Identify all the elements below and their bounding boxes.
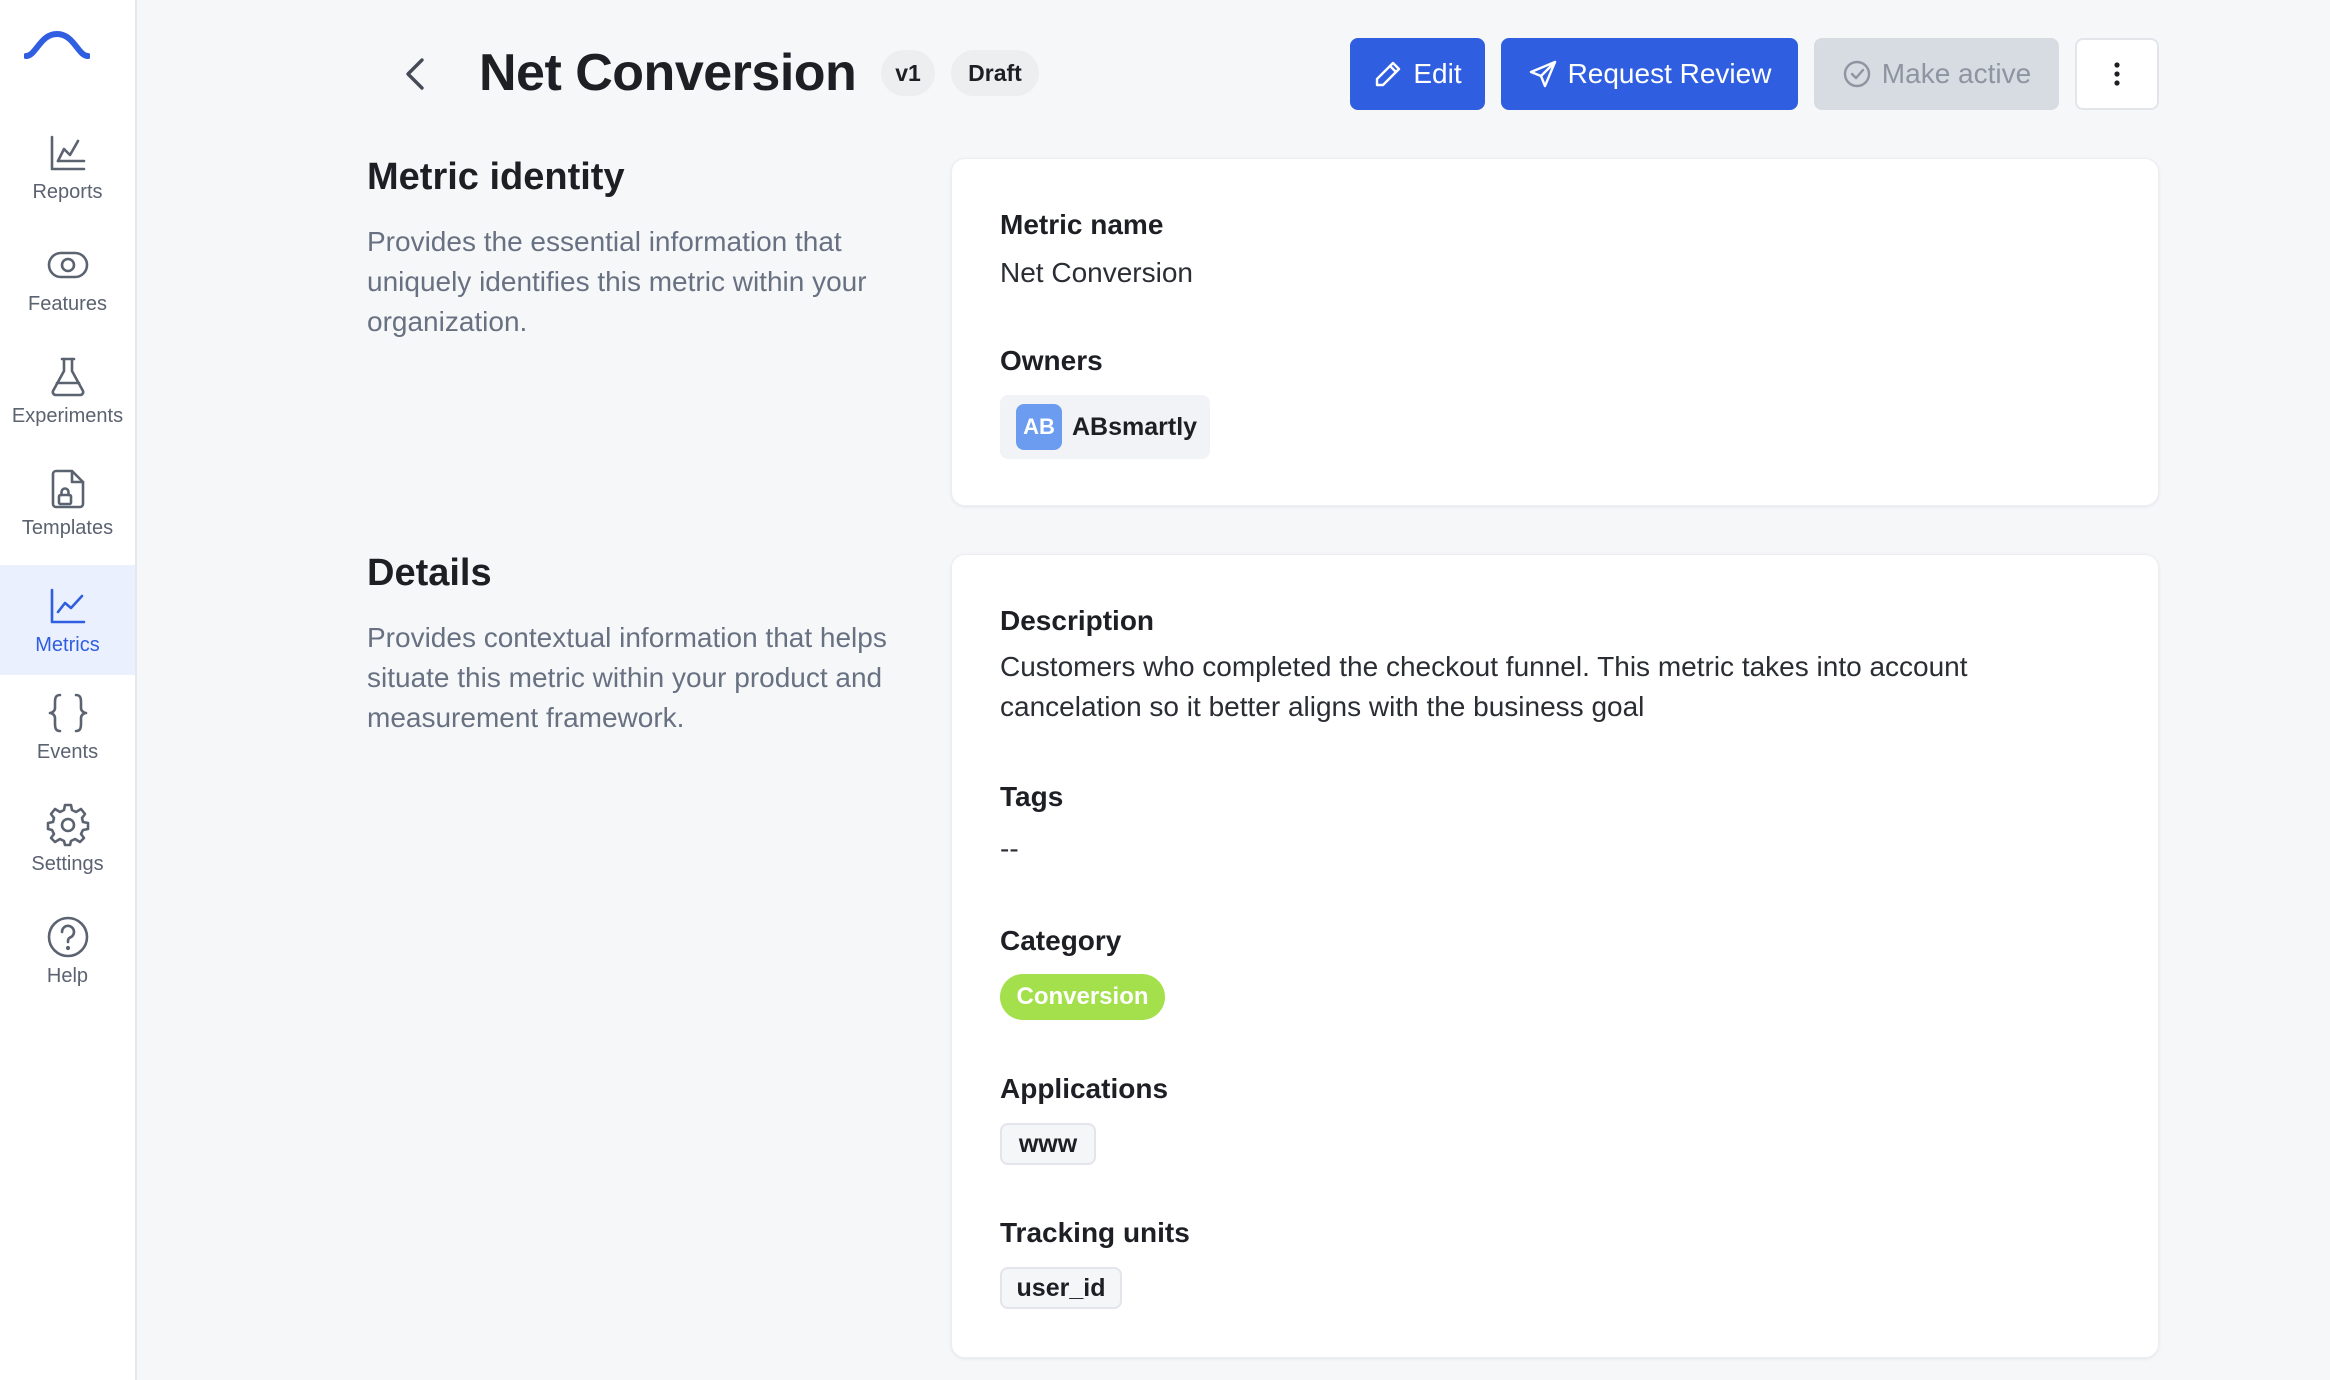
metric-name-label: Metric name — [1000, 209, 1164, 240]
sidebar-item-label: Features — [28, 292, 107, 315]
gear-icon — [46, 803, 89, 846]
sidebar-item-label: Reports — [32, 180, 103, 203]
owner-chip[interactable]: AB ABsmartly — [1000, 395, 1210, 459]
owner-name: ABsmartly — [1072, 412, 1198, 441]
chart-icon — [50, 135, 85, 170]
more-options-button[interactable] — [2075, 38, 2159, 110]
details-section-description: Provides contextual information that hel… — [367, 622, 887, 733]
sidebar-item-templates[interactable]: Templates — [0, 448, 135, 558]
tags-value: -- — [1000, 833, 1019, 864]
avatar: AB — [1016, 404, 1062, 450]
file-lock-icon — [51, 469, 84, 508]
sidebar-item-experiments[interactable]: Experiments — [0, 336, 135, 446]
back-button[interactable] — [396, 52, 434, 96]
identity-section-title: Metric identity — [367, 156, 625, 198]
chevron-left-icon — [406, 58, 424, 90]
identity-section-description: Provides the essential information that … — [367, 226, 867, 337]
line-chart-icon — [50, 588, 85, 623]
tags-label: Tags — [1000, 781, 1064, 812]
sidebar-item-label: Experiments — [11, 404, 124, 427]
sidebar-item-features[interactable]: Features — [0, 224, 135, 334]
edit-button[interactable]: Edit — [1350, 38, 1485, 110]
make-active-button[interactable]: Make active — [1814, 38, 2059, 110]
sidebar-item-label: Settings — [31, 852, 104, 875]
version-badge: v1 — [881, 50, 935, 96]
send-icon — [1529, 60, 1556, 88]
metric-name-value: Net Conversion — [1000, 257, 1193, 288]
braces-icon — [48, 693, 87, 732]
application-chip: www — [1000, 1123, 1096, 1165]
sidebar: Reports Features Experiments Templates M… — [0, 0, 137, 1380]
page-title: Net Conversion — [479, 44, 857, 102]
category-label: Category — [1000, 925, 1122, 956]
sidebar-item-label: Events — [36, 740, 99, 763]
request-review-button-label: Request Review — [1567, 58, 1772, 89]
pencil-icon — [1376, 61, 1401, 87]
sidebar-item-metrics[interactable]: Metrics — [0, 565, 135, 675]
sidebar-item-events[interactable]: Events — [0, 672, 135, 782]
status-badge: Draft — [951, 50, 1039, 96]
identity-card: Metric name Net Conversion Owners AB ABs… — [951, 158, 2159, 506]
tracking-unit-chip: user_id — [1000, 1267, 1122, 1309]
sidebar-item-label: Templates — [21, 516, 114, 539]
description-value: Customers who completed the checkout fun… — [1000, 651, 1968, 722]
absmartly-logo[interactable] — [24, 28, 90, 62]
sidebar-item-help[interactable]: Help — [0, 896, 135, 1006]
description-label: Description — [1000, 605, 1155, 636]
sidebar-item-label: Help — [46, 964, 89, 987]
request-review-button[interactable]: Request Review — [1501, 38, 1798, 110]
sidebar-item-settings[interactable]: Settings — [0, 784, 135, 894]
category-badge: Conversion — [1000, 974, 1165, 1020]
flask-icon — [51, 357, 84, 396]
sidebar-item-reports[interactable]: Reports — [0, 112, 135, 222]
tracking-units-label: Tracking units — [1000, 1217, 1190, 1248]
kebab-menu-icon — [2114, 62, 2120, 86]
sidebar-item-label: Metrics — [35, 633, 100, 656]
details-section-title: Details — [367, 552, 492, 594]
applications-label: Applications — [1000, 1073, 1169, 1104]
eye-toggle-icon — [47, 251, 88, 278]
make-active-button-label: Make active — [1881, 58, 2032, 89]
details-card: Description Customers who completed the … — [951, 554, 2159, 1358]
edit-button-label: Edit — [1413, 58, 1462, 89]
owners-label: Owners — [1000, 345, 1103, 376]
help-circle-icon — [47, 916, 88, 957]
check-circle-icon — [1843, 60, 1870, 88]
